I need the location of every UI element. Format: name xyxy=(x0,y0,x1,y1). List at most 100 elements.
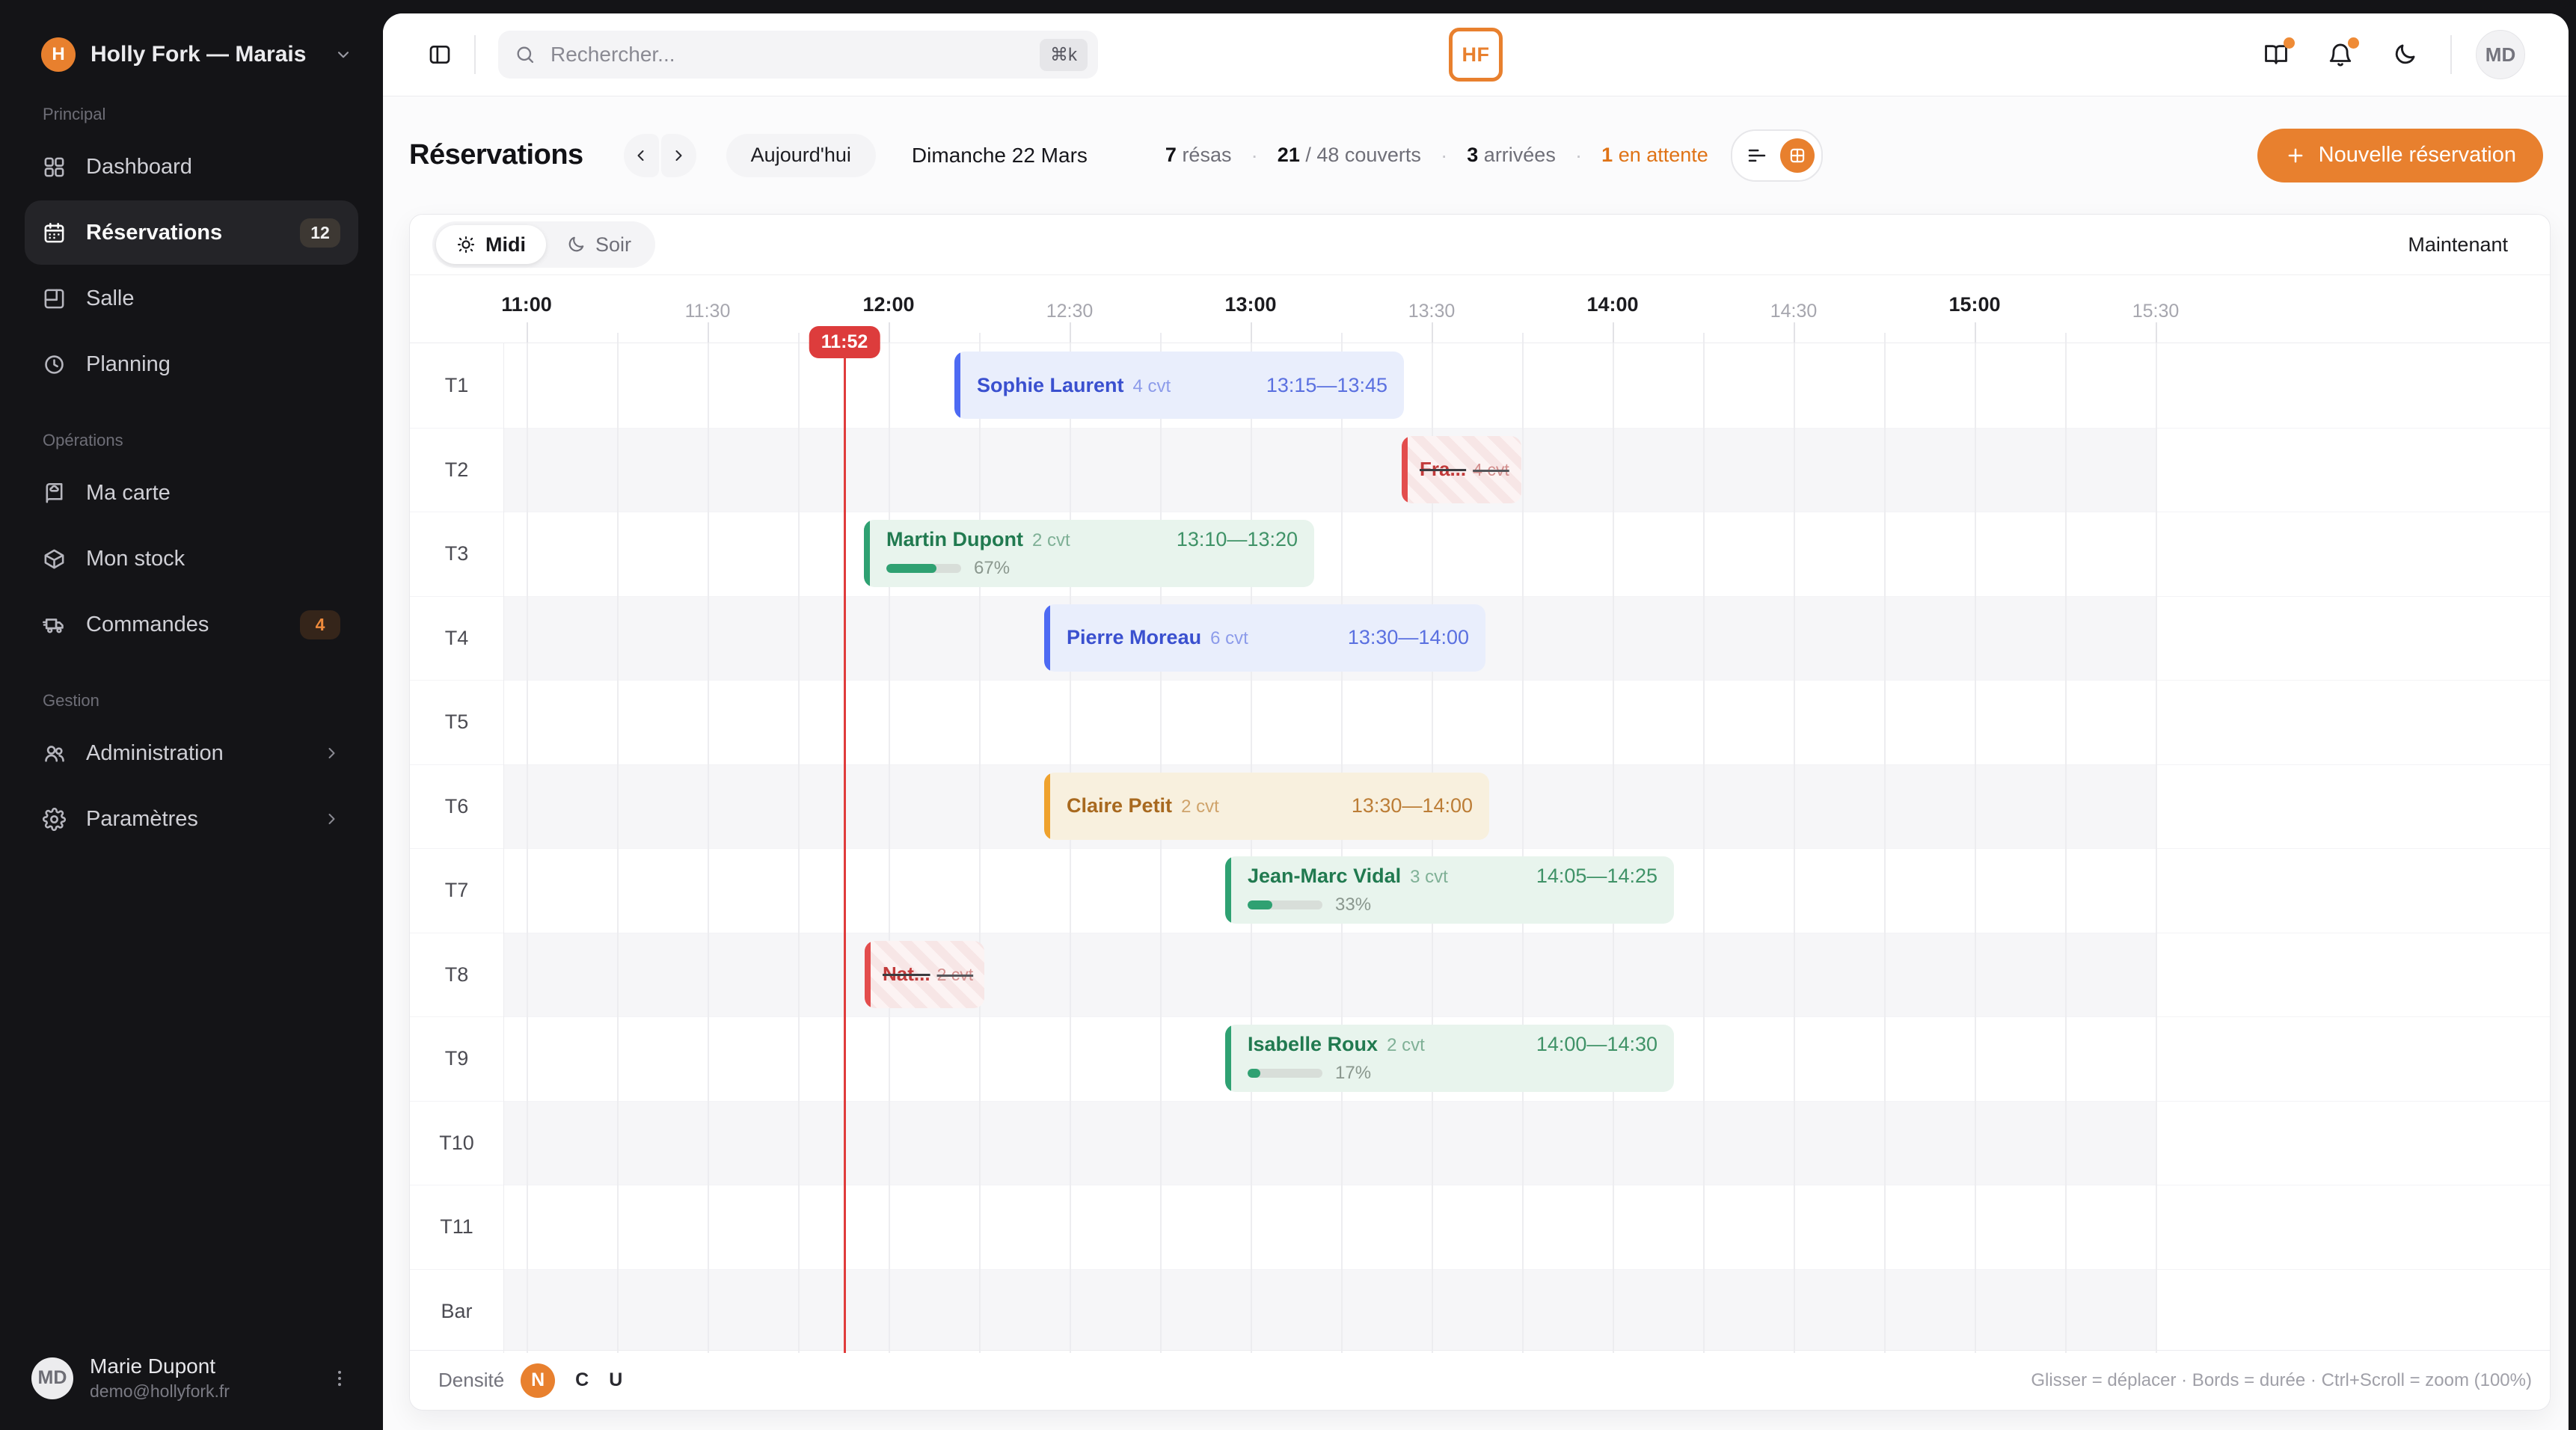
chevron-left-icon xyxy=(632,147,650,165)
view-toggle xyxy=(1730,129,1823,182)
row-label: T1 xyxy=(444,373,469,396)
guest-name: Martin Dupont xyxy=(886,528,1023,550)
reservation-line: Sophie Laurent 4 cvt 13:15—13:45 xyxy=(977,374,1387,397)
axis-label: 11:00 xyxy=(501,293,552,316)
reservation-sophie-laurent[interactable]: Sophie Laurent 4 cvt 13:15—13:45 xyxy=(954,352,1404,419)
tab-label: Soir xyxy=(595,233,632,256)
user-menu[interactable]: MD Marie Dupont demo@hollyfork.fr xyxy=(0,1344,383,1412)
search-shortcut-badge: ⌘k xyxy=(1040,38,1088,71)
density-label: Densité xyxy=(438,1369,505,1391)
reservation-jean-marc-vidal[interactable]: Jean-Marc Vidal 3 cvt 14:05—14:25 33% xyxy=(1225,856,1674,924)
bell-icon[interactable] xyxy=(2328,37,2359,67)
date-nav xyxy=(623,133,696,177)
density-option-c[interactable]: C xyxy=(575,1369,589,1391)
sidebar-item-label: Ma carte xyxy=(86,480,171,505)
app-logo: HF xyxy=(1449,28,1503,82)
sidebar-item-label: Dashboard xyxy=(86,154,192,179)
axis-tick xyxy=(1341,333,1343,343)
sidebar-nav: Principal Dashboard Réservations 12 Salle Pla… xyxy=(0,105,383,851)
axis-tick xyxy=(2065,333,2067,343)
stat-r-sas: 7 résas xyxy=(1165,144,1232,166)
guest-name: Isabelle Roux xyxy=(1248,1033,1379,1055)
reservation-martin-dupont[interactable]: Martin Dupont 2 cvt 13:10—13:20 67% xyxy=(864,520,1314,587)
sidebar-item-ma-carte[interactable]: Ma carte xyxy=(25,461,358,525)
time-axis: 11:52 11:00 11:30 12:00 12:30 13:00 13:30 14:0… xyxy=(410,275,2550,358)
search-bar[interactable]: ⌘k xyxy=(498,31,1098,79)
density-option-u[interactable]: U xyxy=(609,1369,622,1391)
today-button[interactable]: Aujourd'hui xyxy=(726,133,876,177)
covers: 2 cvt xyxy=(1031,530,1070,550)
axis-tick xyxy=(889,322,890,343)
sidebar-item-planning[interactable]: Planning xyxy=(25,332,358,396)
time-range: 13:30—14:00 xyxy=(1347,626,1469,648)
book-open-icon[interactable] xyxy=(2263,37,2295,67)
next-day-button[interactable] xyxy=(660,133,696,177)
reservation-claire-petit[interactable]: Claire Petit 2 cvt 13:30—14:00 xyxy=(1044,772,1489,840)
guest-name: Nat... xyxy=(883,963,930,985)
brand-avatar: H xyxy=(41,37,76,72)
sidebar-item-label: Commandes xyxy=(86,612,209,636)
stat-separator: · xyxy=(1574,143,1583,167)
user-meta: Marie Dupont demo@hollyfork.fr xyxy=(90,1354,313,1402)
density-option-n[interactable]: N xyxy=(521,1363,556,1398)
reservation-isabelle-roux[interactable]: Isabelle Roux 2 cvt 14:00—14:30 17% xyxy=(1225,1025,1674,1092)
reservation-line: Isabelle Roux 2 cvt 14:00—14:30 xyxy=(1248,1033,1657,1056)
workspace-switcher[interactable]: H Holly Fork — Marais xyxy=(0,0,383,72)
tab-soir[interactable]: Soir xyxy=(546,225,651,264)
row-label: T8 xyxy=(444,963,469,986)
guest-name: Pierre Moreau xyxy=(1067,626,1202,648)
covers: 2 cvt xyxy=(936,965,974,984)
list-view-button[interactable] xyxy=(1746,144,1768,167)
row-label: Bar xyxy=(441,1299,473,1322)
nav-section-label: Gestion xyxy=(43,691,99,710)
axis-label: 13:30 xyxy=(1408,301,1456,322)
sidebar-item-param-tres[interactable]: Paramètres xyxy=(25,787,358,851)
sidebar-item-label: Mon stock xyxy=(86,546,185,571)
axis-label: 13:00 xyxy=(1224,293,1277,316)
time-range: 14:00—14:30 xyxy=(1536,1033,1657,1055)
search-input[interactable] xyxy=(549,42,1026,67)
reservation-nat[interactable]: Nat... 2 cvt xyxy=(865,940,984,1008)
progress-bar xyxy=(886,564,961,573)
sidebar-item-label: Réservations xyxy=(86,220,223,245)
sidebar-item-label: Paramètres xyxy=(86,806,198,831)
package-icon xyxy=(43,547,66,571)
sidebar-item-commandes[interactable]: Commandes 4 xyxy=(25,592,358,657)
sidebar-item-salle[interactable]: Salle xyxy=(25,266,358,331)
stat-separator: · xyxy=(1440,143,1448,167)
axis-tick xyxy=(617,333,619,343)
tab-midi[interactable]: Midi xyxy=(436,225,546,264)
progress-label: 17% xyxy=(1335,1063,1372,1083)
reservation-line: Pierre Moreau 6 cvt 13:30—14:00 xyxy=(1067,626,1469,649)
axis-label: 11:30 xyxy=(684,301,731,322)
user-avatar: MD xyxy=(31,1357,73,1399)
timeline-card: Midi Soir Maintenant 11:52 11:00 11:30 12:0… xyxy=(409,214,2551,1411)
sidebar-item-dashboard[interactable]: Dashboard xyxy=(25,135,358,199)
reservation-fra[interactable]: Fra... 4 cvt xyxy=(1402,435,1521,503)
grid-view-button[interactable] xyxy=(1779,138,1815,173)
dark-mode-icon[interactable] xyxy=(2392,42,2417,67)
new-reservation-button[interactable]: Nouvelle réservation xyxy=(2257,128,2543,182)
axis-label: 15:30 xyxy=(2132,301,2180,322)
axis-label: 14:30 xyxy=(1770,301,1818,322)
progress-row: 17% xyxy=(1248,1063,1657,1084)
sidebar-item-mon-stock[interactable]: Mon stock xyxy=(25,527,358,591)
density-options: NCU xyxy=(504,1363,622,1398)
kebab-menu-icon[interactable] xyxy=(329,1368,350,1389)
gear-icon xyxy=(43,807,66,831)
topbar-actions: MD xyxy=(2224,30,2525,79)
avatar[interactable]: MD xyxy=(2476,30,2525,79)
sidebar-item-r-servations[interactable]: Réservations 12 xyxy=(25,200,358,265)
now-button[interactable]: Maintenant xyxy=(2408,233,2508,257)
reservations-header: Réservations Aujourd'hui Dimanche 22 Mar… xyxy=(383,96,2569,214)
stat-en-attente: 1 en attente xyxy=(1601,144,1708,166)
progress-bar xyxy=(1248,900,1322,909)
sidebar-toggle-button[interactable] xyxy=(428,43,452,67)
time-range: 13:15—13:45 xyxy=(1266,373,1387,396)
page-title: Réservations xyxy=(409,139,583,171)
axis-label: 15:00 xyxy=(1948,293,2001,316)
sidebar-item-administration[interactable]: Administration xyxy=(25,721,358,785)
prev-day-button[interactable] xyxy=(623,133,659,177)
reservation-pierre-moreau[interactable]: Pierre Moreau 6 cvt 13:30—14:00 xyxy=(1044,604,1485,672)
progress-label: 33% xyxy=(1335,894,1372,915)
